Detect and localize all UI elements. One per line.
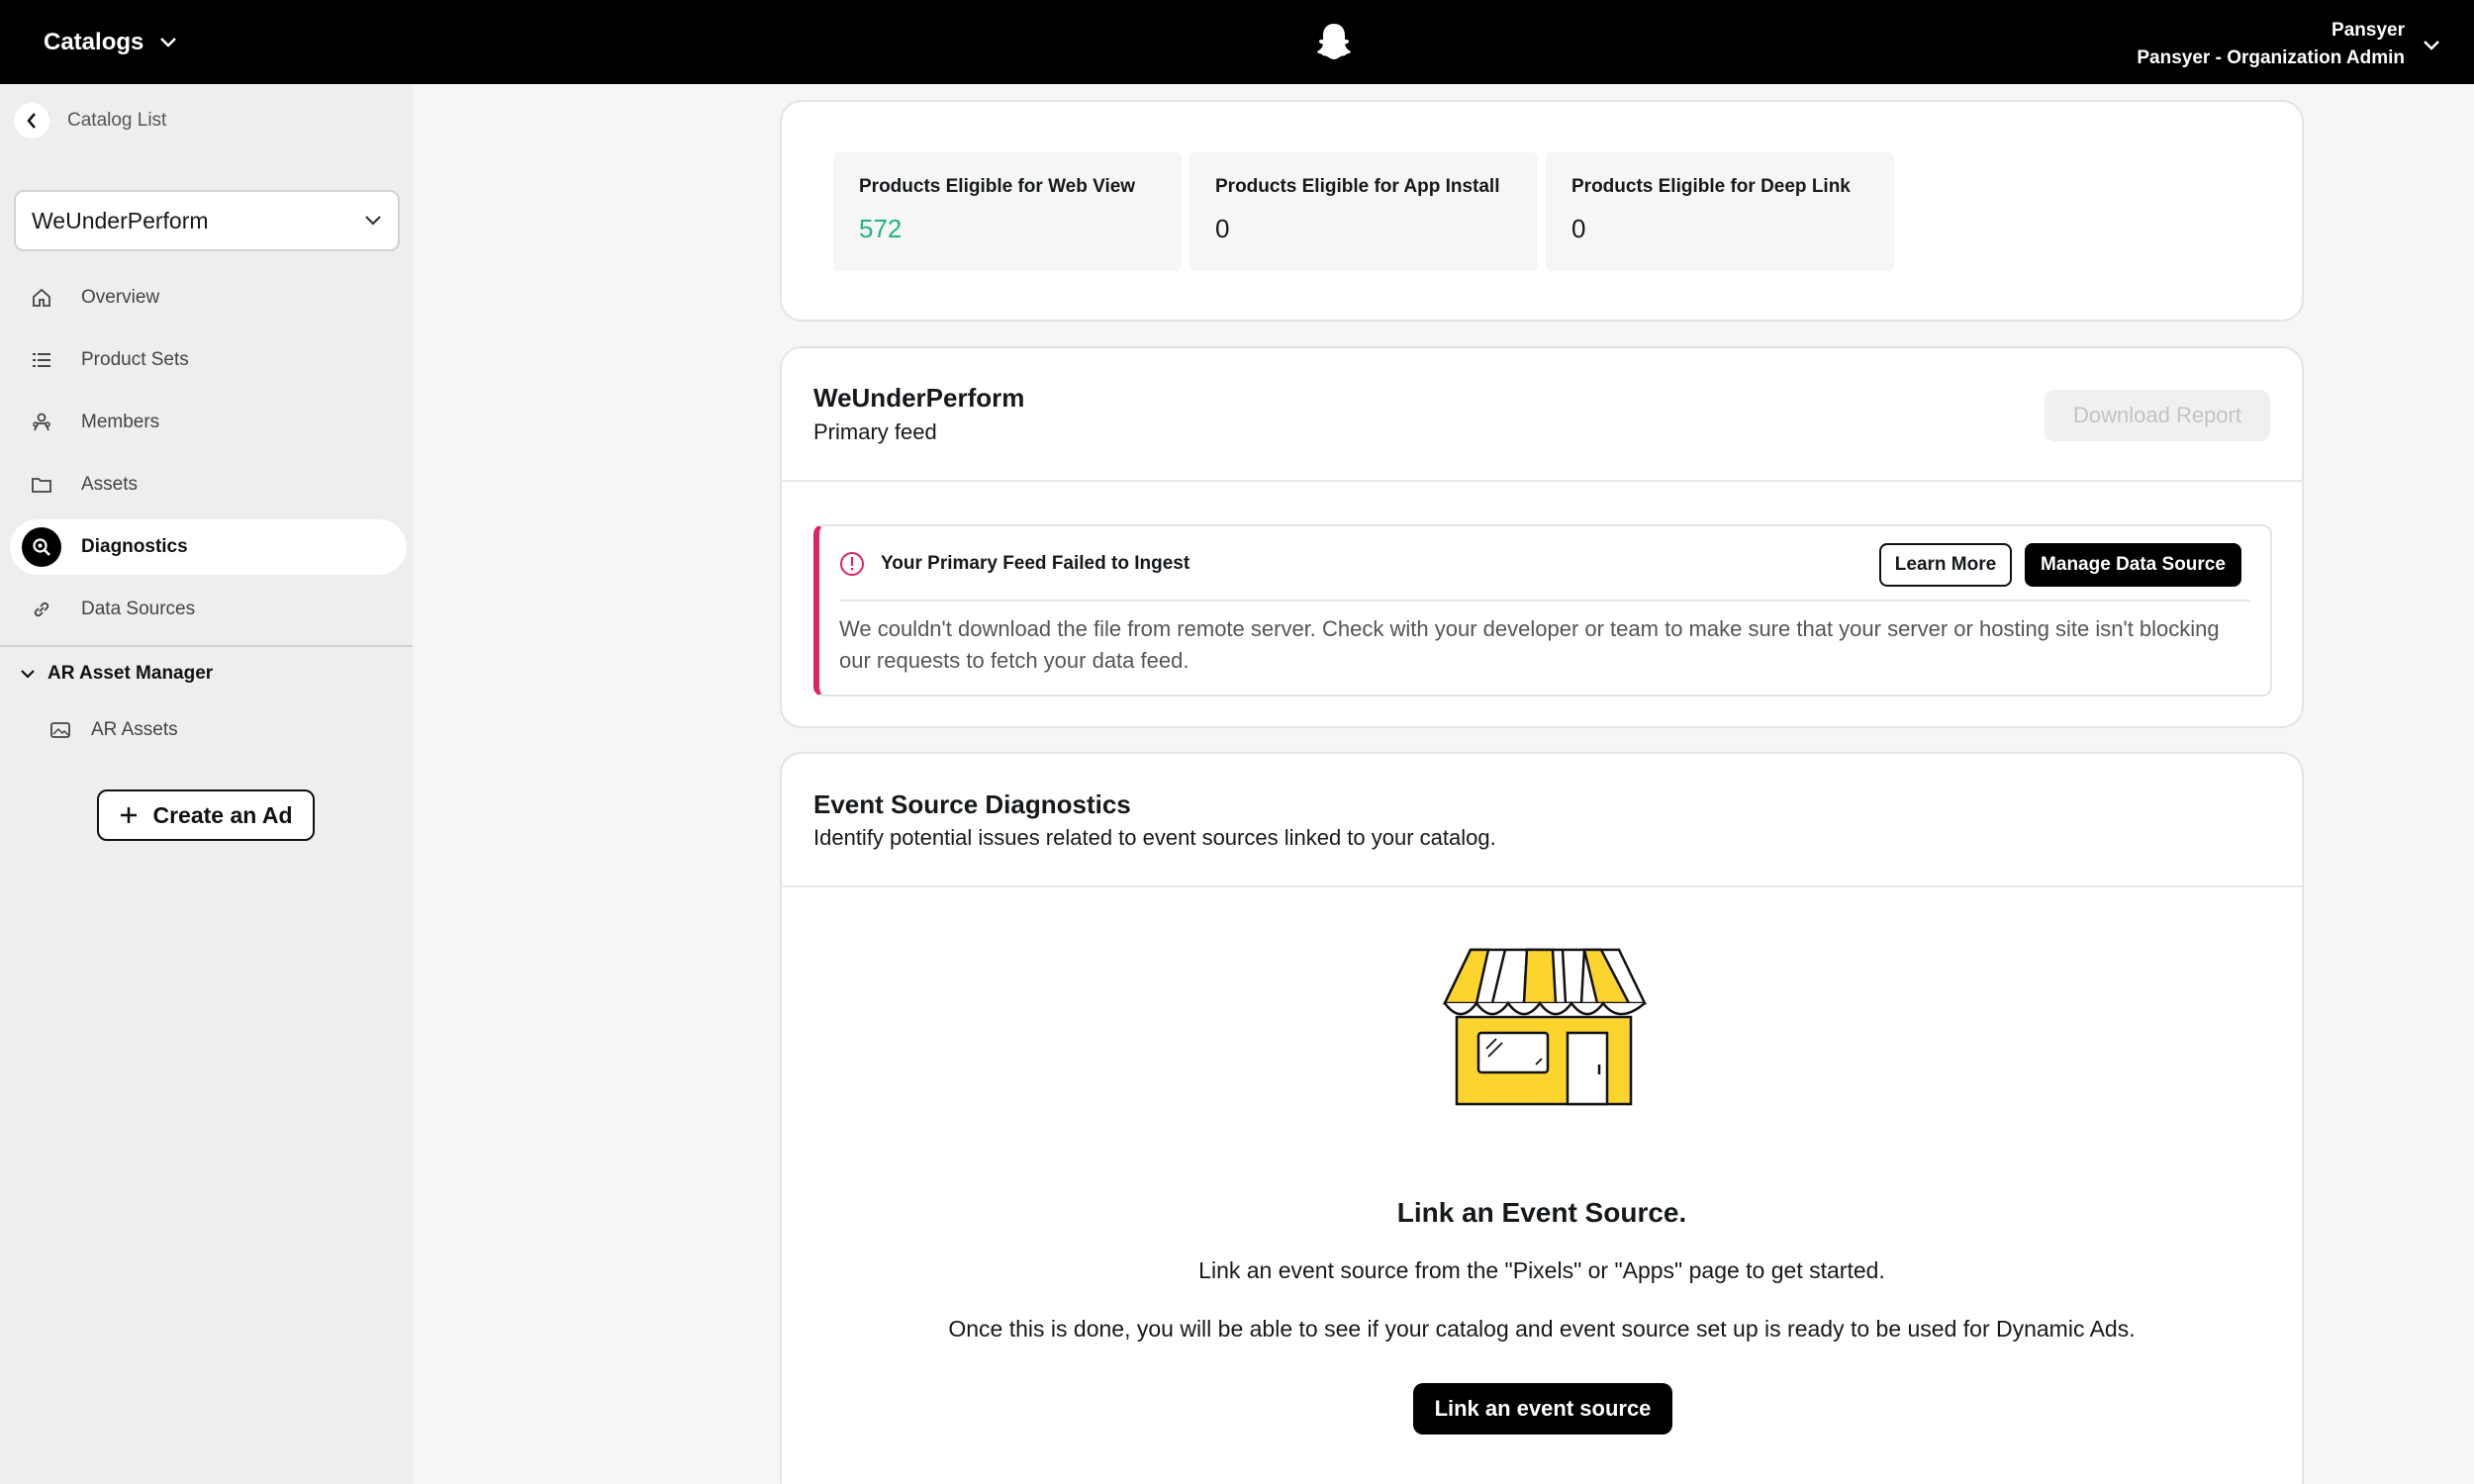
alert-title: Your Primary Feed Failed to Ingest xyxy=(881,553,1190,574)
link-event-source-button[interactable]: Link an event source xyxy=(1413,1383,1672,1435)
account-menu[interactable]: Pansyer Pansyer - Organization Admin xyxy=(2137,18,2440,73)
chevron-down-icon xyxy=(2424,41,2439,50)
chevron-left-icon xyxy=(27,113,36,129)
sidebar-nav: Overview Product Sets Members Assets Dia… xyxy=(0,270,413,644)
sidebar-item-label: Diagnostics xyxy=(81,536,188,557)
ar-asset-manager-toggle[interactable]: AR Asset Manager xyxy=(20,663,213,685)
back-link-label: Catalog List xyxy=(67,110,167,131)
catalog-select-value: WeUnderPerform xyxy=(32,207,209,233)
chevron-down-icon xyxy=(160,37,177,47)
sidebar-item-label: AR Assets xyxy=(91,719,178,740)
ingest-error-alert: Your Primary Feed Failed to Ingest Learn… xyxy=(813,524,2272,696)
create-ad-button[interactable]: Create an Ad xyxy=(97,789,315,841)
create-ad-label: Create an Ad xyxy=(152,801,293,828)
empty-state-heading: Link an Event Source. xyxy=(1396,1197,1687,1228)
empty-state-text: Link an event source from the "Pixels" o… xyxy=(1198,1257,1885,1283)
sidebar-divider xyxy=(0,645,413,647)
sidebar-item-product-sets[interactable]: Product Sets xyxy=(10,332,407,388)
card-divider xyxy=(782,885,2302,887)
link-icon xyxy=(22,590,61,629)
sidebar-item-members[interactable]: Members xyxy=(10,395,407,450)
stat-value: 572 xyxy=(859,214,903,243)
sidebar-item-ar-assets[interactable]: AR Assets xyxy=(49,719,178,741)
sidebar: Catalog List WeUnderPerform Overview Pro… xyxy=(0,84,413,1484)
primary-feed-card: WeUnderPerform Primary feed Download Rep… xyxy=(780,346,2304,728)
stat-value: 0 xyxy=(1215,214,1230,243)
sidebar-item-label: Overview xyxy=(81,287,160,308)
snapchat-ghost-icon[interactable] xyxy=(1316,22,1352,59)
sidebar-item-label: Assets xyxy=(81,474,139,495)
app-switcher[interactable]: Catalogs xyxy=(44,0,177,84)
section-subtitle: Identify potential issues related to eve… xyxy=(813,825,1496,850)
alert-message: We couldn't download the file from remot… xyxy=(839,616,2220,673)
app-name: Catalogs xyxy=(44,28,144,55)
back-button[interactable] xyxy=(14,103,49,139)
members-icon xyxy=(22,403,61,442)
feed-subtitle: Primary feed xyxy=(813,419,937,444)
stat-value: 0 xyxy=(1571,214,1586,243)
list-icon xyxy=(22,340,61,380)
event-source-diagnostics-card: Event Source Diagnostics Identify potent… xyxy=(780,752,2304,1484)
sidebar-item-overview[interactable]: Overview xyxy=(10,270,407,325)
error-icon xyxy=(840,552,864,576)
sidebar-item-label: Members xyxy=(81,412,160,432)
catalog-select[interactable]: WeUnderPerform xyxy=(14,190,400,251)
storefront-illustration xyxy=(1443,948,1647,1106)
sidebar-item-assets[interactable]: Assets xyxy=(10,457,407,512)
stat-label: Products Eligible for Web View xyxy=(859,176,1136,197)
empty-state-text: Once this is done, you will be able to s… xyxy=(948,1316,2136,1342)
image-icon xyxy=(50,722,70,738)
diagnostics-icon xyxy=(22,527,61,567)
stat-deep-link: Products Eligible for Deep Link 0 xyxy=(1546,152,1894,271)
top-bar: Catalogs Pansyer Pansyer - Organization … xyxy=(0,0,2474,84)
alert-divider xyxy=(839,600,2250,602)
stat-app-install: Products Eligible for App Install 0 xyxy=(1189,152,1538,271)
folder-icon xyxy=(22,465,61,505)
account-role: Pansyer - Organization Admin xyxy=(2137,47,2405,68)
stat-label: Products Eligible for App Install xyxy=(1215,176,1500,197)
home-icon xyxy=(22,278,61,318)
card-divider xyxy=(782,480,2302,482)
download-report-button[interactable]: Download Report xyxy=(2045,390,2270,441)
sidebar-item-label: Product Sets xyxy=(81,349,189,370)
learn-more-button[interactable]: Learn More xyxy=(1879,543,2012,587)
group-label: AR Asset Manager xyxy=(48,663,214,684)
chevron-down-icon xyxy=(21,670,35,679)
manage-data-source-button[interactable]: Manage Data Source xyxy=(2025,543,2241,587)
feed-title: WeUnderPerform xyxy=(813,383,1025,413)
plus-icon xyxy=(121,807,138,823)
section-title: Event Source Diagnostics xyxy=(813,789,1131,819)
stat-label: Products Eligible for Deep Link xyxy=(1571,176,1851,197)
sidebar-item-diagnostics[interactable]: Diagnostics xyxy=(10,519,407,575)
sidebar-item-data-sources[interactable]: Data Sources xyxy=(10,582,407,637)
eligibility-stats-card: Products Eligible for Web View 572 Produ… xyxy=(780,100,2304,322)
chevron-down-icon xyxy=(365,216,381,226)
catalog-list-back-link[interactable]: Catalog List xyxy=(14,103,166,139)
stat-web-view: Products Eligible for Web View 572 xyxy=(833,152,1182,271)
account-name: Pansyer xyxy=(2331,20,2405,41)
sidebar-item-label: Data Sources xyxy=(81,599,196,619)
